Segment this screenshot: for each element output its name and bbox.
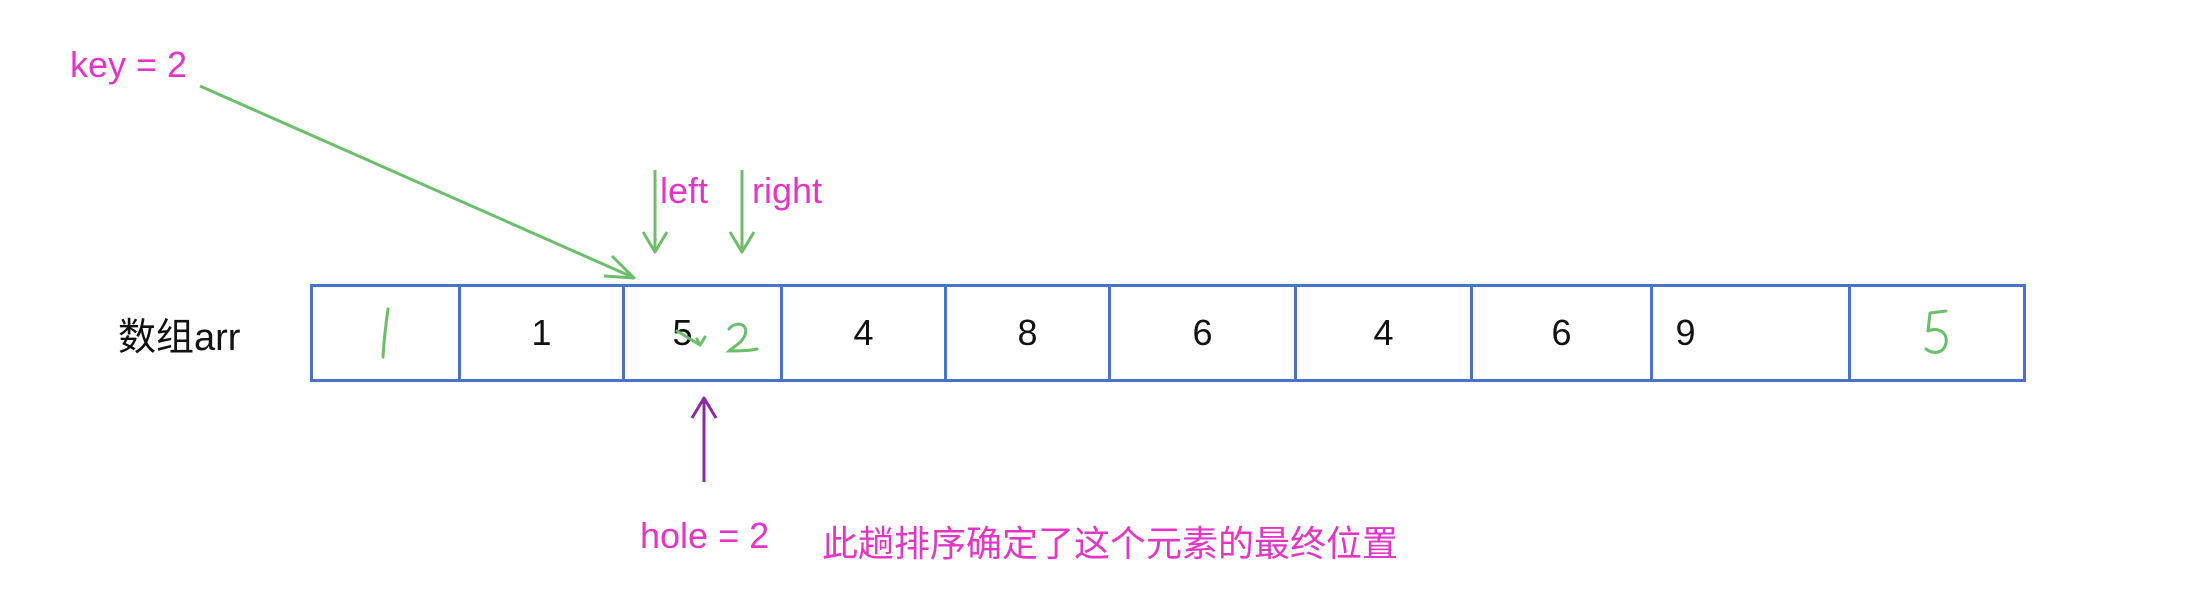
array-cell-7: 4 xyxy=(1294,287,1470,379)
array-cell-1 xyxy=(310,287,458,379)
array-cell-value: 1 xyxy=(531,312,552,353)
left-pointer-label: left xyxy=(660,170,709,211)
key-label: key = 2 xyxy=(70,44,188,85)
array-cell-value: 4 xyxy=(1373,312,1394,353)
array-name-label: 数组arr xyxy=(118,317,241,359)
array-cell-4: 4 xyxy=(780,287,944,379)
hole-label: hole = 2 xyxy=(640,515,770,556)
array-cell-3: 5 xyxy=(622,287,780,379)
array-cell-value: 6 xyxy=(1192,312,1213,353)
array-arr: 1 5 4 8 6 4 6 9 xyxy=(310,284,2026,382)
key-arrow xyxy=(199,84,636,280)
array-cell-10 xyxy=(1848,287,2026,379)
hole-arrow xyxy=(690,396,718,482)
array-cell-8: 6 xyxy=(1470,287,1650,379)
right-arrow xyxy=(728,170,756,254)
array-cell-5: 8 xyxy=(944,287,1108,379)
array-cell-value: 9 xyxy=(1675,312,1696,353)
array-cell-value: 8 xyxy=(1017,312,1038,353)
array-cell-6: 6 xyxy=(1108,287,1294,379)
array-cell-value: 4 xyxy=(853,312,874,353)
array-cell-9: 9 xyxy=(1650,287,1848,379)
cell3-handwriting xyxy=(675,322,759,353)
right-pointer-label: right xyxy=(752,170,823,211)
handwritten-digit-1 xyxy=(381,307,389,359)
array-cell-value: 6 xyxy=(1551,312,1572,353)
array-cell-2: 1 xyxy=(458,287,622,379)
note-label: 此趟排序确定了这个元素的最终位置 xyxy=(822,523,1399,564)
handwritten-digit-5 xyxy=(1924,309,1948,354)
